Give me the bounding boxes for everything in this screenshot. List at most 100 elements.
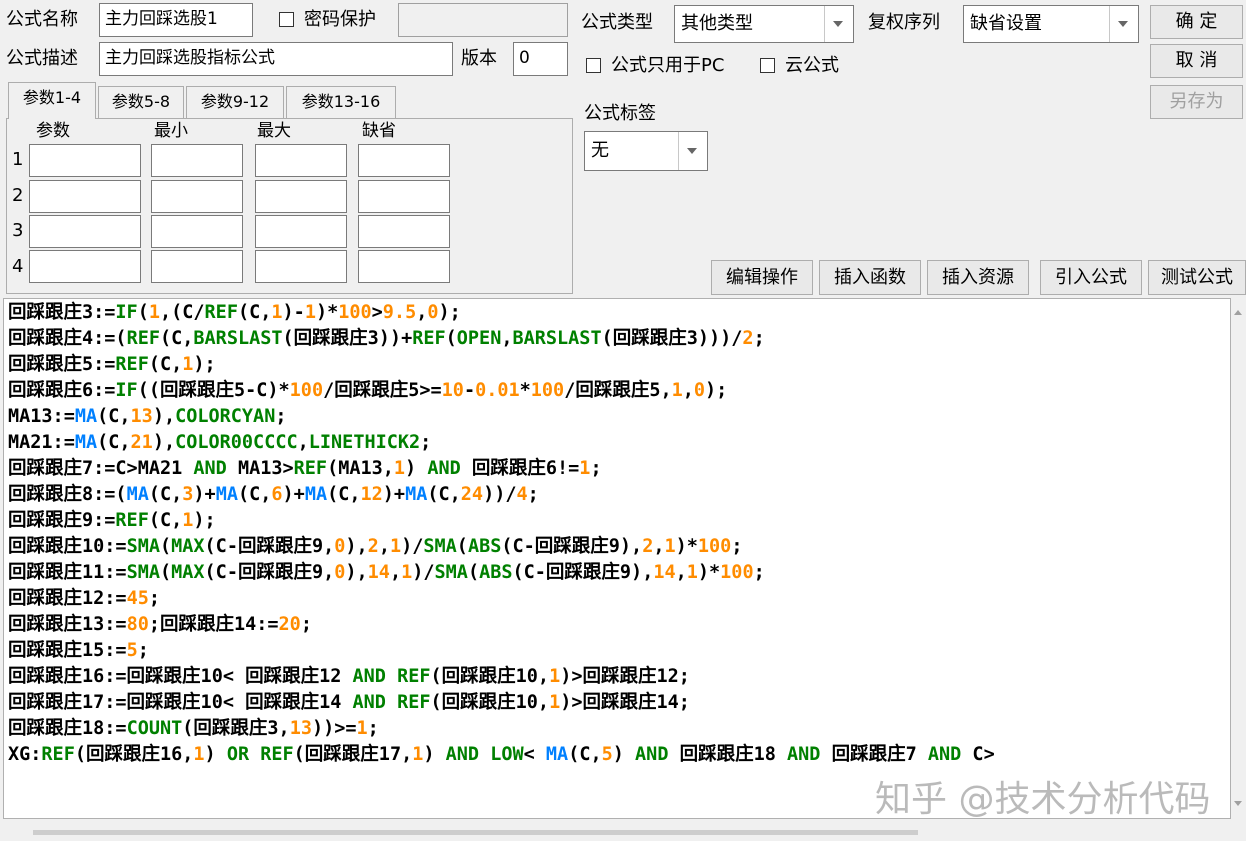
tab-params-9-12[interactable]: 参数9-12 — [186, 86, 284, 118]
code-token: 21 — [130, 432, 153, 453]
code-line: 回踩跟庄3:=IF(1,(C/REF(C,1)-1)*100>9.5,0); — [8, 301, 461, 325]
code-token: ABS — [479, 562, 513, 583]
code-token: 0.01 — [475, 380, 520, 401]
chevron-down-icon[interactable] — [824, 6, 853, 42]
code-token: 100 — [720, 562, 754, 583]
param-max-input[interactable] — [255, 250, 347, 283]
restore-seq-select[interactable]: 缺省设置 — [963, 5, 1139, 43]
param-min-input[interactable] — [151, 180, 243, 213]
chevron-down-icon[interactable] — [1109, 6, 1138, 42]
code-token: (C, — [159, 328, 194, 349]
param-default-input[interactable] — [358, 144, 450, 177]
row-number: 3 — [12, 220, 24, 241]
param-name-input[interactable] — [29, 215, 141, 248]
code-line: 回踩跟庄17:=回踩跟庄10< 回踩跟庄14 AND REF(回踩跟庄10,1)… — [8, 691, 690, 715]
code-line: 回踩跟庄12:=45; — [8, 587, 160, 611]
formula-type-select[interactable]: 其他类型 — [674, 5, 854, 43]
param-max-input[interactable] — [255, 215, 347, 248]
formula-desc-input[interactable]: 主力回踩选股指标公式 — [99, 42, 453, 76]
code-token: 3 — [182, 484, 194, 505]
code-token: 1 — [671, 380, 683, 401]
password-checkbox[interactable] — [279, 12, 294, 27]
code-token: 0 — [334, 536, 346, 557]
code-token: MA — [126, 484, 149, 505]
code-token: ), — [345, 536, 368, 557]
formula-code-editor[interactable]: 回踩跟庄3:=IF(1,(C/REF(C,1)-1)*100>9.5,0); 回踩… — [3, 298, 1231, 819]
code-token: (C-回踩跟庄9), — [512, 562, 654, 583]
scroll-down-icon[interactable] — [1234, 801, 1242, 806]
code-token: 1 — [579, 458, 591, 479]
insert-resource-button[interactable]: 插入资源 — [927, 260, 1029, 295]
pc-only-checkbox[interactable] — [586, 58, 601, 73]
chevron-down-icon[interactable] — [678, 132, 707, 170]
horizontal-scroll-thumb[interactable] — [33, 830, 918, 835]
code-token: AND — [193, 458, 227, 479]
code-token: 80 — [126, 614, 149, 635]
code-token: )* — [315, 302, 339, 323]
scroll-up-icon[interactable] — [1234, 310, 1242, 315]
code-token: ( — [456, 536, 468, 557]
code-token: AND — [787, 744, 821, 765]
restore-seq-label: 复权序列 — [868, 12, 940, 33]
tab-params-13-16[interactable]: 参数13-16 — [286, 86, 396, 118]
param-name-input[interactable] — [29, 144, 141, 177]
code-token: LOW — [490, 744, 524, 765]
code-token: (回踩跟庄16, — [74, 744, 194, 765]
code-token: 1 — [182, 354, 194, 375]
version-label: 版本 — [461, 48, 497, 69]
param-max-input[interactable] — [255, 180, 347, 213]
code-token: 1 — [412, 744, 424, 765]
code-token: - — [463, 380, 476, 401]
code-token: )* — [697, 562, 721, 583]
code-token: 14 — [367, 562, 390, 583]
code-token: ; — [527, 484, 539, 505]
code-line: 回踩跟庄6:=IF((回踩跟庄5-C)*100/回踩跟庄5>=10-0.01*1… — [8, 379, 727, 403]
code-token: AND — [427, 458, 461, 479]
insert-function-button[interactable]: 插入函数 — [819, 260, 921, 295]
import-formula-button[interactable]: 引入公式 — [1040, 260, 1142, 295]
test-formula-button[interactable]: 测试公式 — [1148, 260, 1246, 295]
tab-params-5-8[interactable]: 参数5-8 — [98, 86, 184, 118]
edit-operations-button[interactable]: 编辑操作 — [711, 260, 813, 295]
code-token: 回踩跟庄13:= — [8, 614, 127, 635]
param-default-input[interactable] — [358, 250, 450, 283]
code-token: 2 — [367, 536, 379, 557]
param-min-input[interactable] — [151, 144, 243, 177]
restore-seq-value: 缺省设置 — [970, 13, 1042, 34]
param-max-input[interactable] — [255, 144, 347, 177]
code-token: SMA — [434, 562, 468, 583]
cloud-checkbox[interactable] — [760, 58, 775, 73]
formula-name-input[interactable]: 主力回踩选股1 — [99, 3, 253, 37]
code-token: ); — [438, 302, 461, 323]
code-token: (回踩跟庄3))+ — [282, 328, 413, 349]
code-token: , — [653, 536, 665, 557]
version-input[interactable]: 0 — [513, 42, 568, 76]
tab-params-1-4[interactable]: 参数1-4 — [8, 82, 96, 119]
param-min-input[interactable] — [151, 215, 243, 248]
param-name-input[interactable] — [29, 180, 141, 213]
code-token: , — [675, 562, 687, 583]
vertical-scrollbar[interactable] — [1231, 298, 1246, 819]
code-token: 1 — [686, 562, 698, 583]
code-token: )+ — [282, 484, 305, 505]
ok-button[interactable]: 确 定 — [1150, 5, 1243, 39]
code-token: AND — [445, 744, 480, 765]
code-token: 回踩跟庄5:= — [8, 354, 116, 375]
param-default-input[interactable] — [358, 215, 450, 248]
code-token: 100 — [530, 380, 565, 401]
code-token: )- — [282, 302, 305, 323]
code-token: 回踩跟庄17:=回踩跟庄10< 回踩跟庄14 — [8, 692, 353, 713]
param-default-input[interactable] — [358, 180, 450, 213]
code-token: 2 — [742, 328, 754, 349]
code-token: OPEN — [456, 328, 502, 349]
cancel-button[interactable]: 取 消 — [1150, 44, 1243, 78]
save-as-button[interactable]: 另存为 — [1150, 85, 1243, 119]
formula-tag-select[interactable]: 无 — [584, 131, 708, 171]
param-name-input[interactable] — [29, 250, 141, 283]
code-token: (C-回踩跟庄9), — [501, 536, 643, 557]
pc-only-label: 公式只用于PC — [611, 55, 725, 76]
param-min-input[interactable] — [151, 250, 243, 283]
horizontal-scrollbar[interactable] — [3, 819, 1231, 841]
code-token: 10 — [441, 380, 464, 401]
